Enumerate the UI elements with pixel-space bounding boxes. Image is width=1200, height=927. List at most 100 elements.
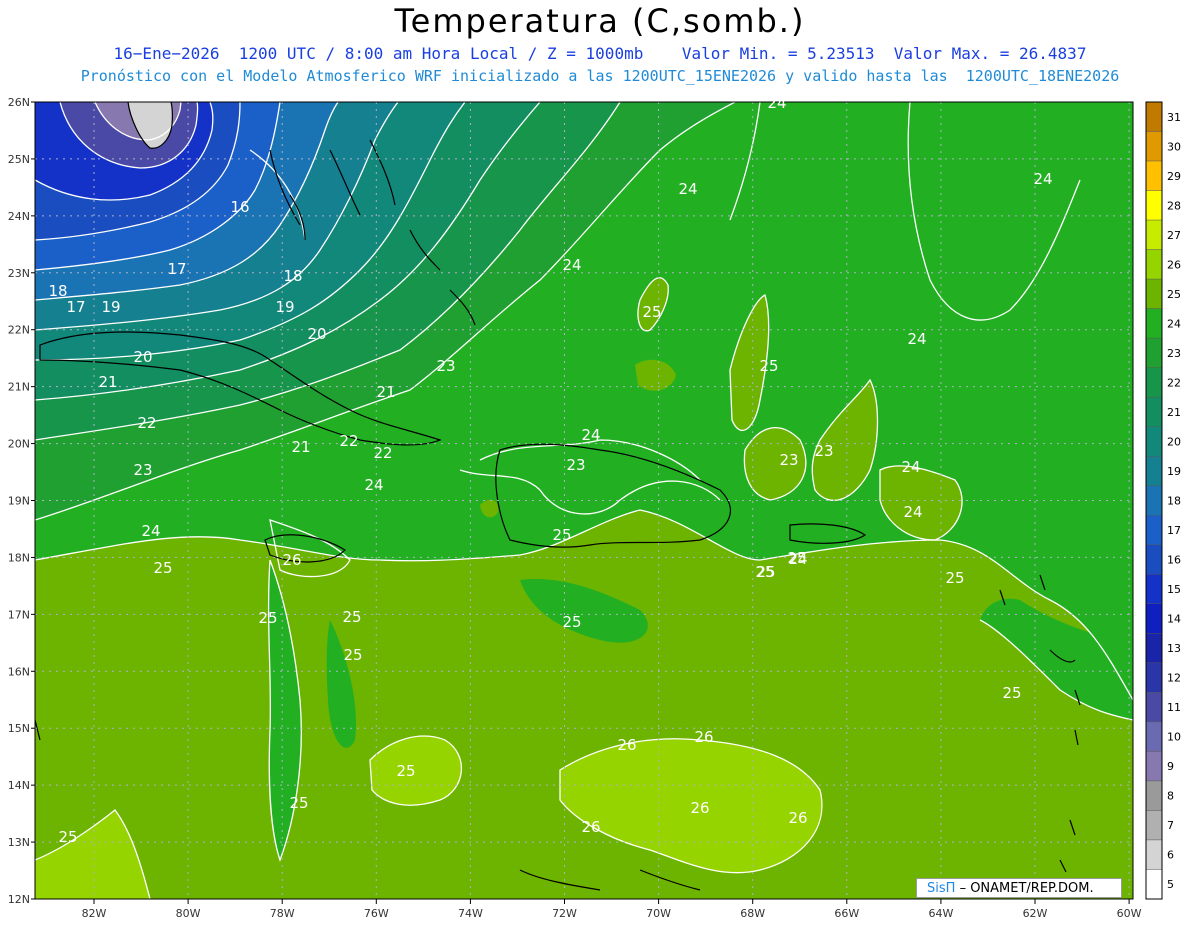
- longitude-label: 76W: [364, 907, 389, 920]
- contour-label: 25: [289, 794, 308, 812]
- colorbar-swatch: [1145, 603, 1163, 634]
- latitude-label: 21N: [8, 381, 30, 394]
- colorbar-label: 19: [1167, 465, 1181, 478]
- colorbar-label: 30: [1167, 140, 1181, 153]
- colorbar-swatch: [1145, 426, 1163, 457]
- contour-label: 22: [137, 414, 156, 432]
- latitude-label: 19N: [8, 495, 30, 508]
- contour-label: 26: [788, 809, 807, 827]
- temperature-colorbar: 31 30 29 28 27 26 25 24 23 22 21 20 19 18 17 16 15 14 13 12…: [1145, 101, 1181, 900]
- latitude-label: 13N: [8, 836, 30, 849]
- contour-label: 24: [581, 426, 600, 444]
- contour-label: 19: [275, 298, 294, 316]
- colorbar-swatch: [1145, 249, 1163, 280]
- colorbar-swatch: [1145, 633, 1163, 664]
- latitude-label: 18N: [8, 551, 30, 564]
- contour-label: 23: [133, 461, 152, 479]
- contour-label: 25: [153, 559, 172, 577]
- colorbar-label: 22: [1167, 376, 1181, 389]
- contour-label: 25: [342, 608, 361, 626]
- longitude-label: 78W: [270, 907, 295, 920]
- colorbar-swatch: [1145, 308, 1163, 339]
- contour-label: 25: [552, 526, 571, 544]
- contour-label: 20: [133, 348, 152, 366]
- contour-label: 17: [167, 260, 186, 278]
- colorbar-swatch: [1145, 721, 1163, 752]
- colorbar-label: 29: [1167, 170, 1181, 183]
- contour-label: 23: [566, 456, 585, 474]
- colorbar-label: 21: [1167, 406, 1181, 419]
- colorbar-label: 14: [1167, 613, 1181, 626]
- contour-label: 26: [694, 728, 713, 746]
- colorbar-label: 17: [1167, 524, 1181, 537]
- latitude-label: 24N: [8, 210, 30, 223]
- colorbar-swatch: [1145, 396, 1163, 427]
- longitude-label: 64W: [928, 907, 953, 920]
- contour-label: 25: [562, 613, 581, 631]
- contour-label: 17: [66, 298, 85, 316]
- contour-label: 25: [787, 549, 806, 567]
- colorbar-label: 24: [1167, 317, 1181, 330]
- colorbar-label: 7: [1167, 819, 1174, 832]
- contour-label: 22: [339, 432, 358, 450]
- colorbar-label: 18: [1167, 495, 1181, 508]
- longitude-label: 66W: [834, 907, 859, 920]
- colorbar-label: 6: [1167, 849, 1174, 862]
- colorbar-label: 5: [1167, 878, 1174, 891]
- longitude-label: 70W: [646, 907, 671, 920]
- latitude-label: 12N: [8, 893, 30, 906]
- colorbar-swatch: [1145, 219, 1163, 250]
- colorbar-swatch: [1145, 810, 1163, 841]
- colorbar-swatch: [1145, 456, 1163, 486]
- latitude-label: 25N: [8, 153, 30, 166]
- colorbar-swatch: [1145, 367, 1163, 398]
- contour-label: 26: [581, 818, 600, 836]
- contour-label: 26: [617, 736, 636, 754]
- colorbar-swatch: [1145, 131, 1163, 162]
- contour-label: 21: [376, 383, 395, 401]
- contour-label: 25: [759, 357, 778, 375]
- colorbar-label: 15: [1167, 583, 1181, 596]
- temperature-map: 1617 18181917 1920202121222221232223242423…: [8, 94, 1181, 920]
- colorbar-label: 12: [1167, 672, 1181, 685]
- longitude-label: 80W: [176, 907, 201, 920]
- longitude-label: 60W: [1117, 907, 1142, 920]
- contour-label: 25: [1002, 684, 1021, 702]
- colorbar-swatch: [1145, 869, 1163, 900]
- longitude-axis: 82W 80W 78W 76W 74W 72W 70W 68W 66W 64W 62W 60W: [82, 899, 1142, 920]
- colorbar-swatch: [1145, 337, 1163, 368]
- contour-label: 24: [678, 180, 697, 198]
- colorbar-swatch: [1145, 544, 1163, 575]
- colorbar-swatch: [1145, 692, 1163, 723]
- colorbar-label: 20: [1167, 435, 1181, 448]
- onamet-credit: – ONAMET/REP.DOM.: [959, 881, 1094, 896]
- sispi-brand: SisΠ: [927, 881, 956, 896]
- colorbar-label: 10: [1167, 731, 1181, 744]
- longitude-label: 68W: [740, 907, 765, 920]
- colorbar-swatch: [1145, 101, 1163, 132]
- colorbar-swatch: [1145, 662, 1163, 693]
- colorbar-swatch: [1145, 839, 1163, 870]
- colorbar-label: 27: [1167, 229, 1181, 242]
- contour-label: 23: [436, 357, 455, 375]
- colorbar-label: 11: [1167, 701, 1181, 714]
- latitude-label: 20N: [8, 438, 30, 451]
- colorbar-swatch: [1145, 278, 1163, 309]
- contour-label: 25: [58, 828, 77, 846]
- latitude-label: 14N: [8, 779, 30, 792]
- contour-label: 24: [767, 94, 786, 112]
- latitude-label: 15N: [8, 722, 30, 735]
- contour-label: 24: [907, 330, 926, 348]
- longitude-label: 74W: [458, 907, 483, 920]
- contour-label: 24: [903, 503, 922, 521]
- colorbar-swatch: [1145, 485, 1163, 516]
- sispi-credit-box: SisΠ – ONAMET/REP.DOM.: [916, 878, 1122, 898]
- contour-label: 25: [945, 569, 964, 587]
- colorbar-label: 28: [1167, 199, 1181, 212]
- latitude-label: 23N: [8, 267, 30, 280]
- contour-label: 25: [258, 609, 277, 627]
- contour-label: 18: [283, 267, 302, 285]
- colorbar-label: 25: [1167, 288, 1181, 301]
- contour-label: 24: [562, 256, 581, 274]
- contour-label: 25: [755, 563, 774, 581]
